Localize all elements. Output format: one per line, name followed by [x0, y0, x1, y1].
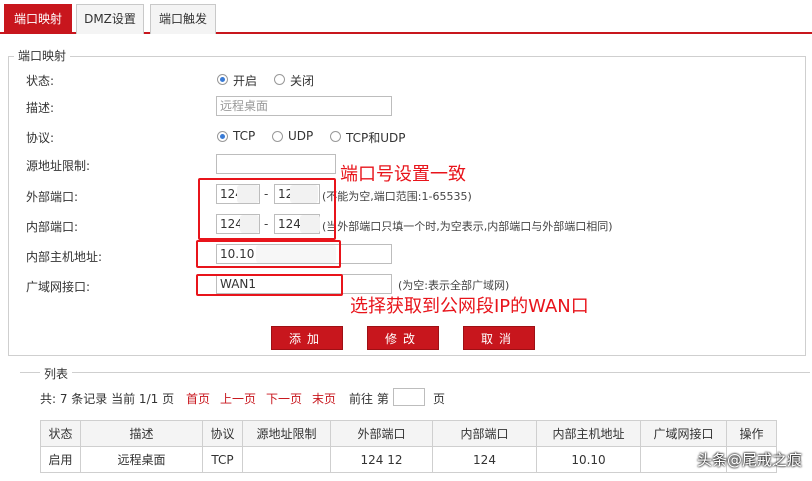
proto-udp-label: UDP — [288, 129, 314, 143]
cancel-button[interactable]: 取消 — [463, 326, 535, 350]
proto-tcp-radio[interactable] — [217, 131, 228, 142]
port-annotation-text: 端口号设置一致 — [340, 164, 466, 185]
cell-desc: 远程桌面 — [80, 446, 203, 473]
status-off-label: 关闭 — [290, 74, 315, 88]
proto-both-label: TCP和UDP — [346, 131, 406, 145]
pager-first-link[interactable]: 首页 — [186, 390, 210, 407]
col-ext: 外部端口 — [330, 420, 433, 447]
col-op: 操作 — [726, 420, 777, 447]
desc-placeholder: 远程桌面 — [220, 99, 269, 113]
mapping-table: 状态 描述 协议 源地址限制 外部端口 内部端口 内部主机地址 广域网接口 操作… — [40, 420, 777, 473]
pager-prev-link[interactable]: 上一页 — [220, 390, 256, 407]
status-on-label: 开启 — [233, 74, 258, 88]
col-proto: 协议 — [202, 420, 243, 447]
tab-dmz[interactable]: DMZ设置 — [76, 4, 144, 34]
cell-host: 10.10 — [536, 446, 641, 473]
tab-bar: 端口映射 DMZ设置 端口触发 — [0, 0, 812, 34]
table-header-row: 状态 描述 协议 源地址限制 外部端口 内部端口 内部主机地址 广域网接口 操作 — [40, 420, 777, 447]
desc-label: 描述: — [26, 101, 55, 115]
pager-goto-suffix: 页 — [433, 392, 446, 406]
status-off-radio[interactable] — [274, 74, 285, 85]
table-row[interactable]: 启用 远程桌面 TCP 124 12 124 10.10 — [40, 446, 777, 473]
cell-src — [242, 446, 331, 473]
wan-annotation-text: 选择获取到公网段IP的WAN口 — [350, 296, 589, 317]
col-host: 内部主机地址 — [536, 420, 641, 447]
cell-int: 124 — [432, 446, 537, 473]
host-label: 内部主机地址: — [26, 250, 103, 264]
desc-input[interactable]: 远程桌面 — [216, 96, 392, 116]
proto-tcp-label: TCP — [233, 129, 256, 143]
status-label: 状态: — [26, 74, 55, 88]
int-port-hint: (当外部端口只填一个时,为空表示,内部端口与外部端口相同) — [322, 220, 613, 233]
src-label: 源地址限制: — [26, 159, 91, 173]
col-src: 源地址限制 — [242, 420, 331, 447]
pager-next-link[interactable]: 下一页 — [266, 390, 302, 407]
proto-both-radio[interactable] — [330, 131, 341, 142]
pager-last-link[interactable]: 末页 — [312, 390, 336, 407]
host-annotation-box — [196, 240, 341, 268]
col-status: 状态 — [40, 420, 81, 447]
pager-goto-prefix: 前往 第 — [349, 392, 389, 406]
col-int: 内部端口 — [432, 420, 537, 447]
edit-button[interactable]: 修改 — [367, 326, 439, 350]
list-title: 列表 — [40, 365, 73, 382]
protocol-label: 协议: — [26, 131, 55, 145]
cell-ext: 124 12 — [330, 446, 433, 473]
list-divider — [20, 372, 810, 373]
port-annotation-box — [198, 178, 336, 240]
col-wan: 广域网接口 — [640, 420, 727, 447]
src-input[interactable] — [216, 154, 336, 174]
wan-label: 广域网接口: — [26, 280, 91, 294]
add-button[interactable]: 添加 — [271, 326, 343, 350]
tab-port-mapping[interactable]: 端口映射 — [4, 4, 72, 34]
pager-summary: 共: 7 条记录 当前 1/1 页 — [40, 392, 175, 406]
ext-port-hint: (不能为空,端口范围:1-65535) — [322, 190, 472, 203]
pager-page-input[interactable] — [393, 388, 425, 406]
ext-port-label: 外部端口: — [26, 190, 79, 204]
proto-udp-radio[interactable] — [272, 131, 283, 142]
status-on-radio[interactable] — [217, 74, 228, 85]
int-port-label: 内部端口: — [26, 220, 79, 234]
wan-annotation-box — [196, 274, 343, 296]
cell-proto: TCP — [202, 446, 243, 473]
tab-port-trigger[interactable]: 端口触发 — [150, 4, 216, 34]
wan-hint: (为空:表示全部广域网) — [398, 279, 510, 292]
col-desc: 描述 — [80, 420, 203, 447]
cell-status: 启用 — [40, 446, 81, 473]
section-title: 端口映射 — [14, 47, 71, 64]
watermark: 头条@尾戒之痕 — [696, 451, 802, 469]
